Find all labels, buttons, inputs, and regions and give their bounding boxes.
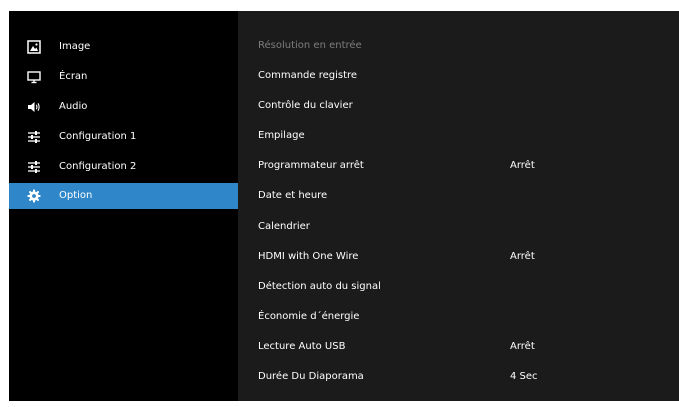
menu-item-label: Calendrier: [258, 221, 310, 232]
menu-item-lecture-auto-usb[interactable]: Lecture Auto USB Arrêt: [238, 336, 679, 358]
sidebar-item-option[interactable]: Option: [9, 183, 238, 209]
monitor-icon: [27, 70, 41, 84]
gear-icon: [27, 189, 41, 203]
menu-item-value: Arrêt: [510, 160, 535, 171]
sliders-icon: [27, 130, 41, 144]
sliders-icon: [27, 160, 41, 174]
menu-item-value: Arrêt: [510, 251, 535, 262]
menu-item-label: Lecture Auto USB: [258, 341, 346, 352]
sidebar-item-ecran[interactable]: Écran: [9, 64, 238, 90]
menu-item-commande-registre[interactable]: Commande registre: [238, 65, 679, 87]
sidebar: Image Écran Audio Configuration 1 Config…: [9, 11, 238, 401]
sidebar-item-label: Écran: [59, 71, 88, 82]
menu-item-label: Programmateur arrêt: [258, 160, 364, 171]
sidebar-item-audio[interactable]: Audio: [9, 94, 238, 120]
image-icon: [27, 40, 41, 54]
menu-item-label: Contrôle du clavier: [258, 100, 353, 111]
menu-item-hdmi-with-one-wire[interactable]: HDMI with One Wire Arrêt: [238, 246, 679, 268]
menu-item-programmateur-arret[interactable]: Programmateur arrêt Arrêt: [238, 155, 679, 177]
osd-screen: Image Écran Audio Configuration 1 Config…: [9, 11, 679, 401]
menu-item-controle-du-clavier[interactable]: Contrôle du clavier: [238, 95, 679, 117]
menu-item-label: Résolution en entrée: [258, 40, 362, 51]
menu-item-label: Durée Du Diaporama: [258, 371, 364, 382]
sidebar-item-label: Option: [59, 190, 93, 201]
menu-item-label: Date et heure: [258, 190, 328, 201]
sidebar-item-label: Audio: [59, 101, 88, 112]
sidebar-item-label: Image: [59, 41, 91, 52]
menu-item-detection-auto-du-signal[interactable]: Détection auto du signal: [238, 276, 679, 298]
menu-item-label: Empilage: [258, 130, 305, 141]
sidebar-item-label: Configuration 2: [59, 161, 137, 172]
menu-item-economie-d-energie[interactable]: Économie d´énergie: [238, 306, 679, 328]
menu-item-value: Arrêt: [510, 341, 535, 352]
option-submenu: Résolution en entrée Commande registre C…: [238, 11, 679, 401]
sidebar-item-label: Configuration 1: [59, 131, 137, 142]
menu-item-empilage[interactable]: Empilage: [238, 125, 679, 147]
menu-item-label: Économie d´énergie: [258, 311, 360, 322]
speaker-icon: [27, 100, 41, 114]
menu-item-label: HDMI with One Wire: [258, 251, 359, 262]
menu-item-calendrier[interactable]: Calendrier: [238, 216, 679, 238]
menu-item-value: 4 Sec: [510, 371, 538, 382]
menu-item-date-et-heure[interactable]: Date et heure: [238, 185, 679, 207]
menu-item-duree-du-diaporama[interactable]: Durée Du Diaporama 4 Sec: [238, 366, 679, 388]
menu-item-label: Détection auto du signal: [258, 281, 381, 292]
sidebar-item-image[interactable]: Image: [9, 34, 238, 60]
menu-item-label: Commande registre: [258, 70, 358, 81]
sidebar-item-configuration-1[interactable]: Configuration 1: [9, 124, 238, 150]
menu-item-resolution-en-entree: Résolution en entrée: [238, 35, 679, 57]
sidebar-item-configuration-2[interactable]: Configuration 2: [9, 154, 238, 180]
